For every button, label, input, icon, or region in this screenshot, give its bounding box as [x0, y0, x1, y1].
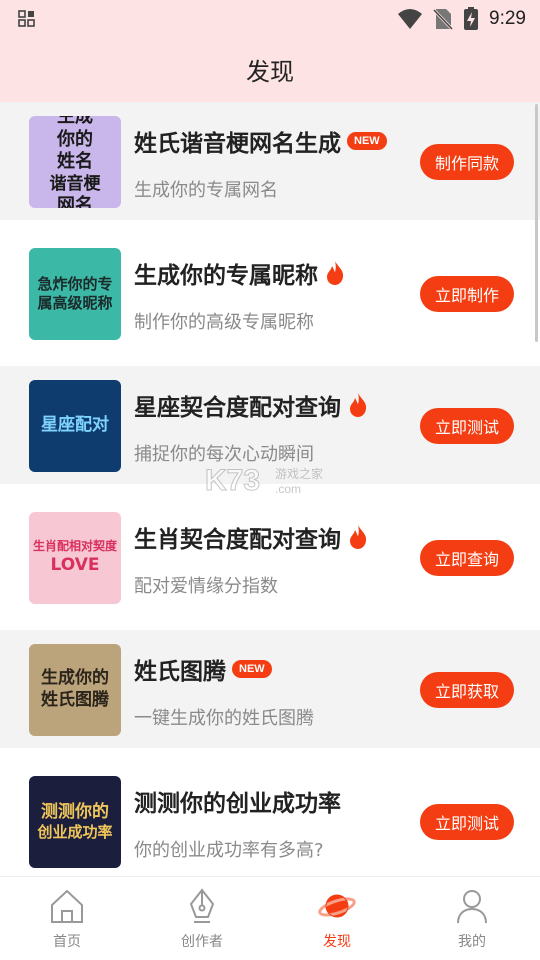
- page-header: 发现: [0, 36, 540, 102]
- home-icon: [51, 889, 83, 923]
- thumbnail-text: 你的: [57, 128, 93, 150]
- thumbnail-text: 急炸你的专: [37, 274, 113, 293]
- wifi-icon: [398, 9, 423, 29]
- item-title: 测测你的创业成功率: [134, 791, 341, 817]
- item-subtitle: 制作你的高级专属昵称: [134, 312, 314, 333]
- tab-mine[interactable]: 我的: [422, 887, 522, 957]
- thumbnail-text: 姓名: [57, 151, 93, 173]
- thumbnail-text: 谐音梗: [49, 173, 101, 194]
- list-item[interactable]: 生肖配相对契度 LOVE 生肖契合度配对查询 配对爱情缘分指数 立即查询: [0, 498, 540, 616]
- item-thumbnail: 生成你的 姓氏图腾: [29, 644, 121, 736]
- list-item[interactable]: 生成 你的 姓名 谐音梗 网名 姓氏谐音梗网名生成 NEW 生成你的专属网名 制作同款: [0, 102, 540, 220]
- status-time: 9:29: [489, 8, 526, 29]
- item-thumbnail: 生成 你的 姓名 谐音梗 网名: [29, 116, 121, 208]
- action-button[interactable]: 立即测试: [420, 408, 514, 444]
- list-item[interactable]: 生成你的 姓氏图腾 姓氏图腾 NEW 一键生成你的姓氏图腾 立即获取: [0, 630, 540, 748]
- hot-flame-icon: [327, 261, 344, 285]
- tab-label: 我的: [458, 934, 486, 950]
- hot-flame-icon: [350, 393, 367, 417]
- person-icon: [457, 890, 487, 924]
- item-subtitle: 你的创业成功率有多高?: [134, 840, 324, 861]
- thumbnail-text: LOVE: [50, 555, 100, 576]
- app-grid-icon: [18, 10, 35, 27]
- new-badge: NEW: [232, 660, 272, 678]
- thumbnail-text: 姓氏图腾: [41, 690, 109, 710]
- item-title: 生肖契合度配对查询: [134, 527, 341, 553]
- thumbnail-text: 生成: [57, 116, 93, 127]
- scrollbar[interactable]: [535, 104, 538, 342]
- tab-discover[interactable]: 发现: [287, 887, 387, 957]
- item-thumbnail: 星座配对: [29, 380, 121, 472]
- item-subtitle: 生成你的专属网名: [134, 180, 278, 201]
- tab-label: 发现: [323, 934, 351, 950]
- action-button[interactable]: 制作同款: [420, 144, 514, 180]
- action-button[interactable]: 立即测试: [420, 804, 514, 840]
- item-thumbnail: 测测你的 创业成功率: [29, 776, 121, 868]
- site-watermark: K73 游戏之家 .com: [205, 464, 323, 498]
- hot-flame-icon: [350, 525, 367, 549]
- thumbnail-text: 创业成功率: [37, 823, 113, 842]
- action-button[interactable]: 立即查询: [420, 540, 514, 576]
- item-title: 星座契合度配对查询: [134, 395, 341, 421]
- thumbnail-text: 生肖配相对契度: [32, 539, 117, 554]
- tab-label: 创作者: [181, 934, 223, 950]
- action-button[interactable]: 立即获取: [420, 672, 514, 708]
- item-subtitle: 一键生成你的姓氏图腾: [134, 708, 314, 729]
- new-badge: NEW: [347, 132, 387, 150]
- svg-text:游戏之家: 游戏之家: [275, 466, 323, 481]
- svg-text:K73: K73: [205, 464, 260, 497]
- item-title: 生成你的专属昵称: [134, 263, 318, 289]
- thumbnail-text: 生成你的: [41, 668, 109, 689]
- no-sim-icon: [433, 8, 454, 30]
- item-thumbnail: 急炸你的专 属高级昵称: [29, 248, 121, 340]
- list-item[interactable]: 测测你的 创业成功率 测测你的创业成功率 你的创业成功率有多高? 立即测试: [0, 762, 540, 876]
- status-bar: 9:29: [0, 0, 540, 36]
- tab-label: 首页: [53, 934, 81, 950]
- item-title: 姓氏谐音梗网名生成: [134, 131, 341, 157]
- planet-icon: [318, 894, 356, 918]
- item-thumbnail: 生肖配相对契度 LOVE: [29, 512, 121, 604]
- bottom-tab-bar: 首页 创作者 发现 我的: [0, 876, 540, 960]
- battery-charging-icon: [464, 7, 479, 30]
- thumbnail-text: 属高级昵称: [37, 294, 113, 312]
- tab-creator[interactable]: 创作者: [152, 887, 252, 957]
- thumbnail-text: 星座配对: [41, 415, 109, 436]
- item-subtitle: 配对爱情缘分指数: [134, 576, 278, 597]
- item-title: 姓氏图腾: [134, 659, 226, 685]
- list-item[interactable]: 急炸你的专 属高级昵称 生成你的专属昵称 制作你的高级专属昵称 立即制作: [0, 234, 540, 352]
- thumbnail-text: 网名: [57, 195, 93, 208]
- action-button[interactable]: 立即制作: [420, 276, 514, 312]
- tab-home[interactable]: 首页: [17, 887, 117, 957]
- pen-nib-icon: [189, 888, 215, 923]
- page-title: 发现: [246, 57, 294, 86]
- svg-text:.com: .com: [275, 482, 301, 496]
- thumbnail-text: 测测你的: [41, 801, 109, 822]
